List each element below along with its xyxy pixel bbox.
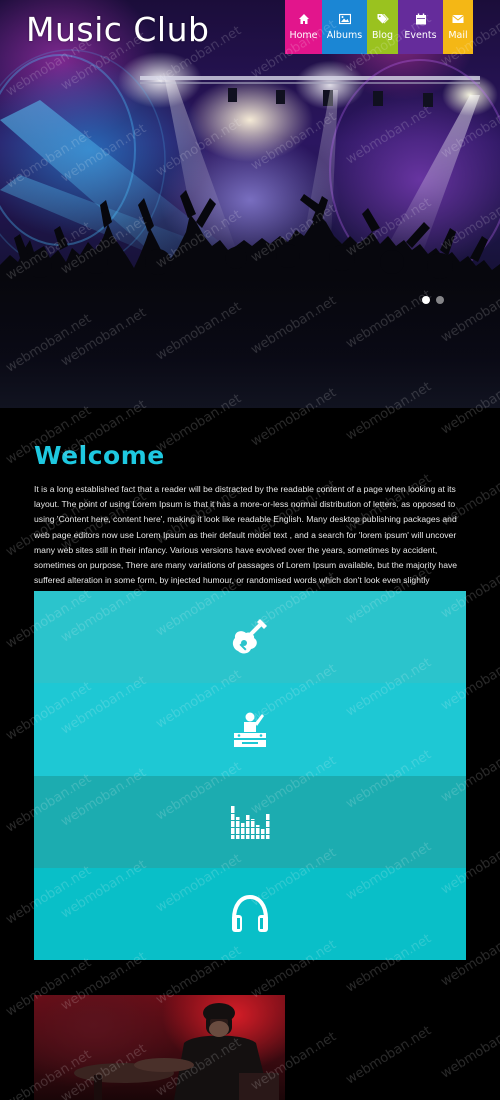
slider-dot-2[interactable] xyxy=(436,296,444,304)
main-nav: Home Albums Blog Events Mail xyxy=(285,0,473,54)
nav-item-label: Blog xyxy=(372,30,393,41)
watermark-text: webmoban.net xyxy=(343,1023,435,1088)
feature-tiles xyxy=(34,591,466,960)
slider-dot-1[interactable] xyxy=(422,296,430,304)
nav-item-albums[interactable]: Albums xyxy=(322,0,367,54)
headphones-icon xyxy=(232,894,268,932)
nav-item-blog[interactable]: Blog xyxy=(367,0,398,54)
guitar-icon xyxy=(232,619,267,654)
equalizer-icon xyxy=(229,805,271,839)
tile-guitar[interactable] xyxy=(34,591,466,684)
hero-banner: Music Club Home Albums Blog Events Mail xyxy=(0,0,500,408)
welcome-paragraph: It is a long established fact that a rea… xyxy=(34,484,458,600)
home-icon xyxy=(298,14,309,24)
dj-figure xyxy=(74,1003,279,1100)
tile-dj[interactable] xyxy=(34,683,466,776)
nav-item-label: Albums xyxy=(326,30,363,41)
dj-photo xyxy=(34,995,285,1100)
nav-item-home[interactable]: Home xyxy=(285,0,322,54)
tile-headphones[interactable] xyxy=(34,867,466,960)
nav-item-events[interactable]: Events xyxy=(398,0,443,54)
welcome-heading: Welcome xyxy=(34,441,165,470)
nav-item-mail[interactable]: Mail xyxy=(443,0,473,54)
nav-item-label: Mail xyxy=(448,30,468,41)
image-icon xyxy=(338,13,351,25)
tile-equalizer[interactable] xyxy=(34,775,466,868)
nav-item-label: Events xyxy=(404,30,437,41)
dj-icon xyxy=(234,712,266,748)
tags-icon xyxy=(377,14,389,24)
slider-pagination xyxy=(422,296,444,304)
calendar-icon xyxy=(415,13,426,25)
watermark-text: webmoban.net xyxy=(438,1017,500,1082)
site-logo[interactable]: Music Club xyxy=(26,10,209,49)
nav-item-label: Home xyxy=(289,30,318,41)
envelope-icon xyxy=(452,15,464,23)
